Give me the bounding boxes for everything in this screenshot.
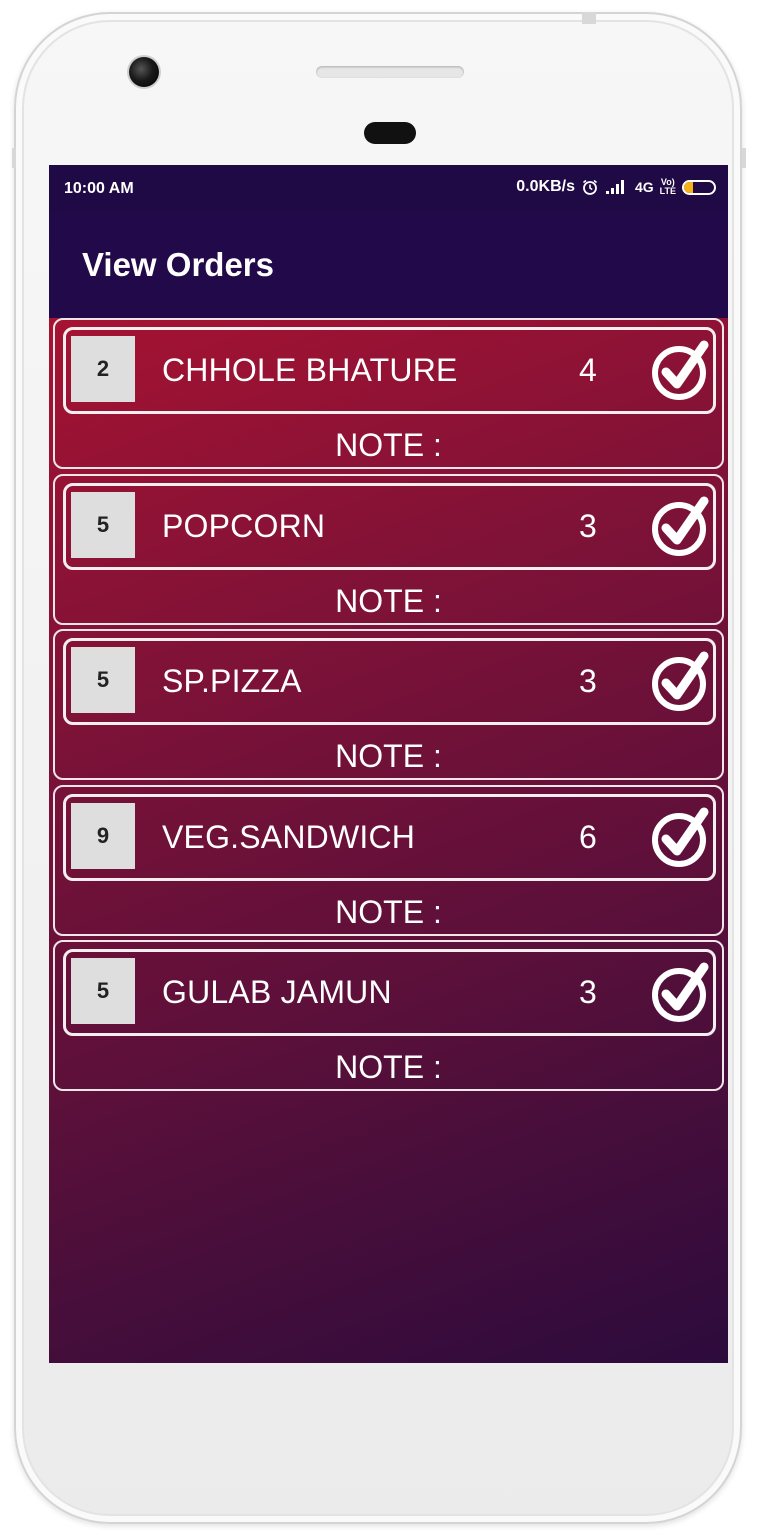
table-number-badge: 5 [71, 958, 135, 1024]
front-camera [129, 57, 159, 87]
signal-icon [605, 179, 629, 195]
phone-right-button [742, 148, 746, 168]
table-number-badge: 9 [71, 802, 135, 869]
orders-list: 2 CHHOLE BHATURE 4 NOTE : 5 POPCORN 3 NO… [53, 318, 724, 1096]
page-title: View Orders [82, 246, 274, 283]
network-speed: 0.0KB/s [516, 178, 575, 195]
order-quantity: 3 [579, 507, 597, 544]
order-quantity: 3 [579, 974, 597, 1010]
order-row: 5 GULAB JAMUN 3 [63, 949, 716, 1036]
check-circle-icon[interactable] [651, 335, 713, 405]
order-note-label: NOTE : [335, 582, 442, 619]
check-circle-icon[interactable] [651, 802, 713, 872]
order-item-name: VEG.SANDWICH [162, 818, 416, 855]
order-item-name: GULAB JAMUN [162, 974, 392, 1010]
order-item-name: CHHOLE BHATURE [162, 352, 458, 388]
check-circle-icon[interactable] [651, 491, 713, 561]
status-bar: 10:00 AM 0.0KB/s 4G Vo) LTE 29 [49, 165, 728, 212]
check-circle-icon[interactable] [651, 957, 713, 1027]
table-number-badge: 2 [71, 336, 135, 402]
status-time: 10:00 AM [64, 180, 134, 197]
order-card: 5 GULAB JAMUN 3 NOTE : [53, 940, 724, 1091]
order-card: 5 POPCORN 3 NOTE : [53, 473, 724, 625]
battery-level: 29 [692, 181, 706, 193]
volte-indicator: Vo) LTE [660, 178, 676, 196]
phone-left-button [12, 148, 16, 168]
order-row: 5 POPCORN 3 [63, 482, 716, 570]
battery-fill [684, 181, 693, 193]
order-item-name: POPCORN [162, 507, 326, 544]
order-row: 5 SP.PIZZA 3 [63, 638, 716, 725]
order-card: 9 VEG.SANDWICH 6 NOTE : [53, 784, 724, 936]
order-quantity: 4 [579, 352, 597, 388]
phone-top-button [582, 12, 596, 24]
order-quantity: 6 [579, 818, 597, 855]
table-number-badge: 5 [71, 647, 135, 713]
phone-chin [49, 1363, 728, 1423]
order-note-label: NOTE : [335, 738, 442, 774]
proximity-sensor [364, 122, 416, 144]
volte-bottom: LTE [659, 186, 676, 196]
order-note-label: NOTE : [335, 893, 442, 930]
app-screen: 10:00 AM 0.0KB/s 4G Vo) LTE 29 View Orde… [49, 165, 728, 1363]
table-number-badge: 5 [71, 491, 135, 558]
order-item-name: SP.PIZZA [162, 663, 302, 699]
order-note-label: NOTE : [335, 427, 442, 463]
order-note-label: NOTE : [335, 1049, 442, 1085]
app-bar: View Orders [49, 212, 728, 318]
check-circle-icon[interactable] [651, 646, 713, 716]
order-card: 5 SP.PIZZA 3 NOTE : [53, 629, 724, 780]
alarm-icon [581, 178, 599, 196]
order-row: 9 VEG.SANDWICH 6 [63, 793, 716, 881]
order-card: 2 CHHOLE BHATURE 4 NOTE : [53, 318, 724, 469]
order-quantity: 3 [579, 663, 597, 699]
battery-icon: 29 [682, 179, 716, 195]
status-indicators: 0.0KB/s 4G Vo) LTE 29 [516, 178, 716, 196]
earpiece-speaker [316, 66, 464, 78]
network-type: 4G [634, 179, 654, 195]
order-row: 2 CHHOLE BHATURE 4 [63, 327, 716, 414]
